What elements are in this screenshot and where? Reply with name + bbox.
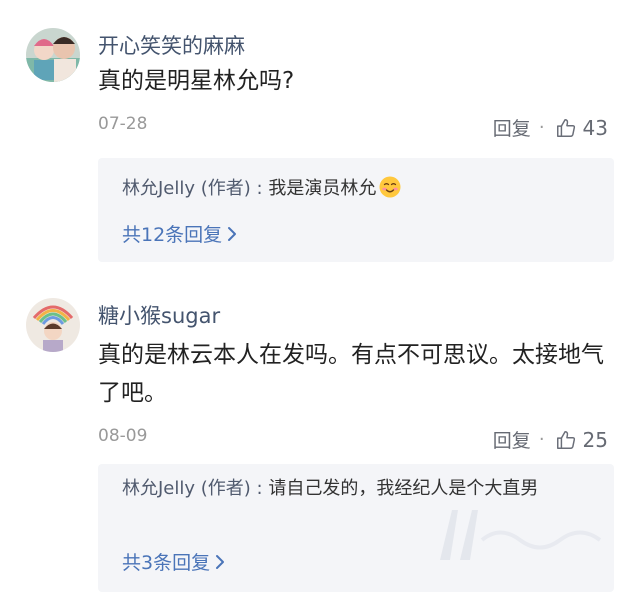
more-replies-label: 共12条回复 [122,224,223,246]
avatar[interactable] [26,298,80,352]
chevron-right-icon [228,227,237,241]
thumbs-up-icon[interactable] [555,429,577,451]
comment-date: 07-28 [98,114,148,134]
separator-dot: · [538,429,545,450]
like-count: 43 [582,115,608,140]
comment-meta: 07-28 回复 · 43 [98,114,608,140]
username[interactable]: 糖小猴sugar [98,300,220,330]
comment-text: 真的是林云本人在发吗。有点不可思议。太接地气了吧。 [98,342,604,406]
comment-meta: 08-09 回复 · 25 [98,426,608,452]
comment-text: 真的是明星林允吗? [98,68,295,94]
view-more-replies-link[interactable]: 共3条回复 [122,548,226,575]
more-replies-label: 共3条回复 [122,552,211,574]
comment-actions: 回复 · 43 [493,114,608,141]
comment-list: 开心笑笑的麻麻 真的是明星林允吗? 07-28 回复 · 43 林允Jelly … [0,0,640,602]
reply-author[interactable]: 林允Jelly (作者) [122,478,251,499]
like-count: 25 [582,427,608,452]
view-more-replies-link[interactable]: 共12条回复 [122,220,238,247]
reply-colon: : [250,178,269,199]
reply-colon: : [250,478,269,499]
avatar[interactable] [26,28,80,82]
comment-date: 08-09 [98,426,148,446]
reply-button[interactable]: 回复 [493,426,531,453]
comment-item: 开心笑笑的麻麻 真的是明星林允吗? 07-28 回复 · 43 林允Jelly … [0,0,640,270]
reply-line: 林允Jelly (作者) : 我是演员林允 [122,174,592,204]
username[interactable]: 开心笑笑的麻麻 [98,30,245,60]
watermark-logo [440,510,602,560]
chevron-right-icon [216,555,225,569]
smiling-face-icon [379,176,401,198]
thumbs-up-icon[interactable] [555,117,577,139]
comment-actions: 回复 · 25 [493,426,608,453]
reply-preview[interactable]: 林允Jelly (作者) : 我是演员林允 共12条回复 [98,158,614,262]
reply-author[interactable]: 林允Jelly (作者) [122,178,251,199]
separator-dot: · [538,117,545,138]
reply-text: 请自己发的，我经纪人是个大直男 [268,478,539,499]
reply-button[interactable]: 回复 [493,114,531,141]
reply-text: 我是演员林允 [268,178,377,199]
